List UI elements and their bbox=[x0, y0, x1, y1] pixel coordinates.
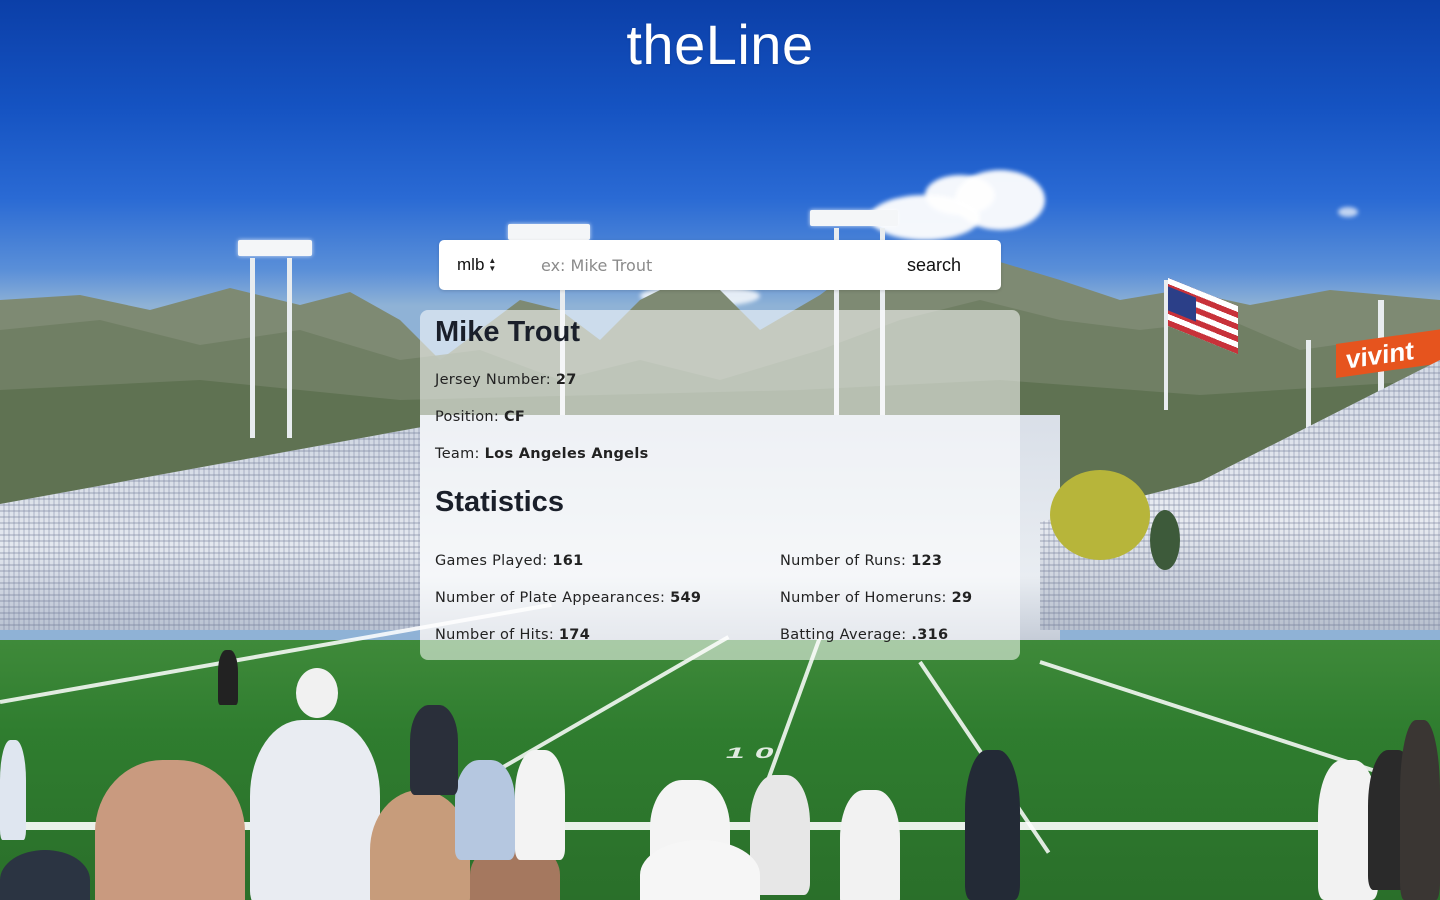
stat-games-played: Games Played: 161 bbox=[435, 553, 584, 569]
stat-label: Number of Runs: bbox=[780, 553, 907, 569]
stat-label: Number of Hits: bbox=[435, 627, 554, 643]
team-value: Los Angeles Angels bbox=[484, 446, 649, 462]
stat-value: .316 bbox=[911, 627, 949, 643]
yard-number: 10 bbox=[722, 744, 788, 762]
select-arrows-icon: ▲ ▼ bbox=[488, 256, 497, 273]
jersey-number-value: 27 bbox=[555, 372, 577, 388]
search-button[interactable]: search bbox=[907, 255, 961, 276]
page: vivint 10 theLine mlb ▲ ▼ ex: Mike Trout… bbox=[0, 0, 1440, 900]
player-card: Mike Trout Jersey Number: 27 Position: C… bbox=[420, 310, 1020, 660]
position-value: CF bbox=[503, 409, 526, 425]
player-name: Mike Trout bbox=[435, 316, 581, 348]
stat-hits: Number of Hits: 174 bbox=[435, 627, 590, 643]
position-row: Position: CF bbox=[435, 409, 525, 425]
league-select-value: mlb bbox=[457, 255, 485, 274]
stat-label: Number of Plate Appearances: bbox=[435, 590, 666, 606]
stat-value: 29 bbox=[951, 590, 973, 606]
app-title: theLine bbox=[626, 13, 814, 76]
jersey-number-label: Jersey Number: bbox=[435, 372, 551, 388]
team-label: Team: bbox=[435, 446, 480, 462]
position-label: Position: bbox=[435, 409, 500, 425]
stat-batting-average: Batting Average: .316 bbox=[780, 627, 948, 643]
stat-label: Games Played: bbox=[435, 553, 548, 569]
search-bar: mlb ▲▼ search bbox=[439, 240, 1001, 290]
team-row: Team: Los Angeles Angels bbox=[435, 446, 649, 462]
league-select[interactable]: mlb ▲ ▼ bbox=[457, 255, 529, 275]
player-search-input[interactable] bbox=[539, 244, 907, 286]
stat-plate-appearances: Number of Plate Appearances: 549 bbox=[435, 590, 701, 606]
stat-value: 174 bbox=[558, 627, 591, 643]
stat-value: 123 bbox=[911, 553, 943, 569]
stat-value: 161 bbox=[552, 553, 584, 569]
statistics-heading: Statistics bbox=[435, 486, 564, 518]
stat-homeruns: Number of Homeruns: 29 bbox=[780, 590, 972, 606]
stat-label: Batting Average: bbox=[780, 627, 907, 643]
stat-runs: Number of Runs: 123 bbox=[780, 553, 942, 569]
stat-label: Number of Homeruns: bbox=[780, 590, 947, 606]
jersey-number-row: Jersey Number: 27 bbox=[435, 372, 577, 388]
stat-value: 549 bbox=[670, 590, 702, 606]
